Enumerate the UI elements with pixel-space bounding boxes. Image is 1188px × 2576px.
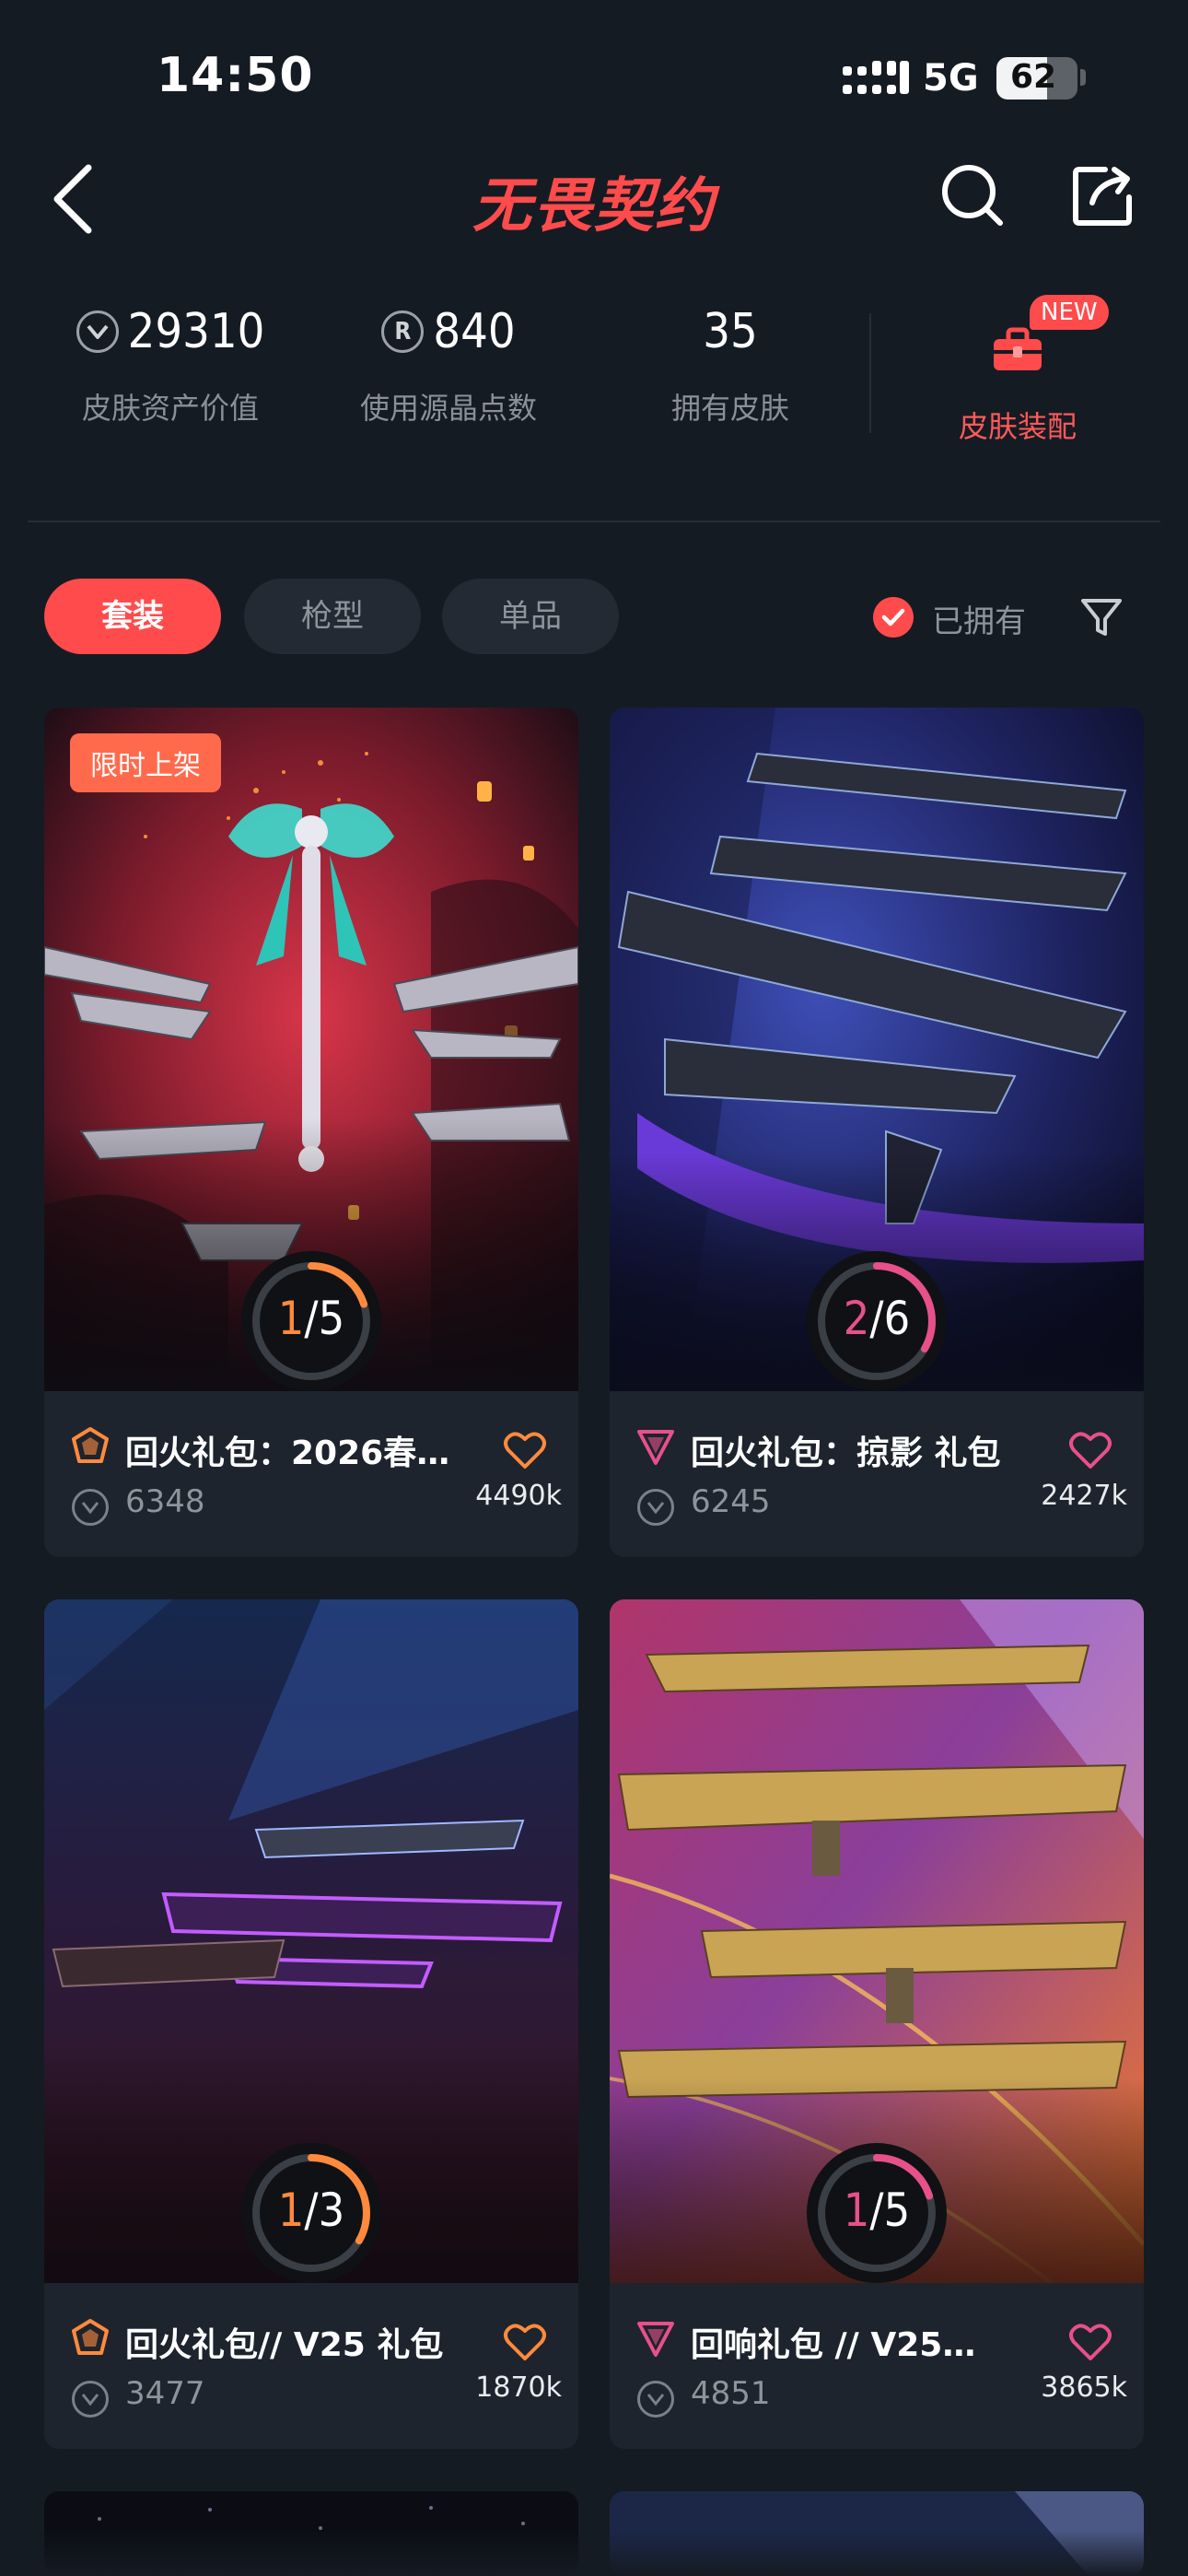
limited-time-badge: 限时上架 bbox=[70, 733, 221, 792]
stat-value: 840 bbox=[433, 304, 516, 359]
battery-tip bbox=[1080, 69, 1086, 86]
stat-divider bbox=[869, 313, 871, 433]
stat-label: 拥有皮肤 bbox=[670, 391, 789, 426]
bundle-info: 回火礼包：掠影 礼包 6245 2427k bbox=[610, 1391, 1144, 1557]
radianite-icon: R bbox=[381, 310, 425, 353]
progress-text: 1/5 bbox=[277, 1292, 345, 1345]
bundle-price: 3477 bbox=[125, 2375, 205, 2412]
collection-progress: 1/5 bbox=[241, 1251, 381, 1391]
vp-coin-icon bbox=[76, 310, 119, 353]
owned-checkbox[interactable] bbox=[873, 597, 914, 638]
bundle-title: 回响礼包 // V25… bbox=[691, 2326, 976, 2364]
battery-level: 62 bbox=[1009, 58, 1057, 96]
filter-funnel-icon[interactable] bbox=[1077, 593, 1125, 641]
bundle-card[interactable]: 限时上架 1/5 回火礼包：2026春… 6348 4490k bbox=[44, 708, 578, 1557]
vp-coin-icon bbox=[72, 2381, 109, 2418]
skin-loadout-label: 皮肤装配 bbox=[958, 409, 1077, 444]
bundle-card[interactable]: 1/3 回火礼包// V25 礼包 3477 1870k bbox=[44, 1599, 578, 2449]
vp-coin-icon bbox=[637, 1489, 674, 1526]
bundle-info: 回火礼包// V25 礼包 3477 1870k bbox=[44, 2283, 578, 2449]
stat-label: 使用源晶点数 bbox=[359, 391, 537, 426]
premium-tier-icon bbox=[72, 1427, 109, 1463]
bundle-info: 回响礼包 // V25… 4851 3865k bbox=[610, 2283, 1144, 2449]
progress-text: 1/3 bbox=[277, 2184, 345, 2237]
stat-radianite: R 840 使用源晶点数 bbox=[315, 295, 582, 427]
bundle-price: 6348 bbox=[125, 1483, 205, 1520]
stat-value: 35 bbox=[703, 304, 758, 359]
progress-text: 2/6 bbox=[843, 1292, 911, 1345]
battery-icon: 62 bbox=[996, 57, 1077, 100]
scroll-fade bbox=[0, 2530, 1188, 2576]
like-count: 1870k bbox=[475, 2371, 562, 2404]
stat-label: 皮肤资产价值 bbox=[81, 391, 259, 426]
bundle-card[interactable]: 1/5 回响礼包 // V25… 4851 3865k bbox=[610, 1599, 1144, 2449]
heart-icon[interactable] bbox=[1068, 1430, 1112, 1470]
tab-single-items[interactable]: 单品 bbox=[442, 579, 619, 654]
search-icon[interactable] bbox=[938, 160, 1007, 230]
bundle-artwork[interactable]: 限时上架 1/5 bbox=[44, 708, 578, 1391]
tab-bundles[interactable]: 套装 bbox=[44, 579, 221, 654]
like-count: 4490k bbox=[475, 1480, 562, 1512]
bundle-artwork[interactable]: 1/3 bbox=[44, 1599, 578, 2283]
bundle-title: 回火礼包：2026春… bbox=[125, 1434, 450, 1472]
top-nav: 无畏契约 bbox=[0, 147, 1188, 267]
status-bar: 14:50 5G 62 bbox=[0, 0, 1188, 147]
bundle-title: 回火礼包// V25 礼包 bbox=[125, 2326, 444, 2364]
progress-text: 1/5 bbox=[843, 2184, 911, 2237]
collection-progress: 1/5 bbox=[807, 2143, 947, 2283]
collection-progress: 2/6 bbox=[807, 1251, 947, 1391]
heart-icon[interactable] bbox=[503, 1430, 547, 1470]
collection-progress: 1/3 bbox=[241, 2143, 381, 2283]
heart-icon[interactable] bbox=[503, 2322, 547, 2362]
share-icon[interactable] bbox=[1068, 160, 1138, 230]
new-badge: NEW bbox=[1030, 295, 1109, 330]
signal-strength-icon bbox=[843, 61, 909, 94]
premium-tier-icon bbox=[72, 2319, 109, 2355]
owned-filter-label[interactable]: 已拥有 bbox=[932, 596, 1026, 641]
tab-weapon-type[interactable]: 枪型 bbox=[244, 579, 421, 654]
skin-loadout-button[interactable]: NEW 皮肤装配 bbox=[893, 295, 1142, 446]
stat-value: 29310 bbox=[127, 304, 265, 359]
like-count: 3865k bbox=[1041, 2371, 1127, 2404]
bundle-info: 回火礼包：2026春… 6348 4490k bbox=[44, 1391, 578, 1557]
like-count: 2427k bbox=[1041, 1480, 1127, 1512]
bundle-price: 6245 bbox=[691, 1483, 771, 1520]
exclusive-tier-icon bbox=[637, 2322, 674, 2357]
heart-icon[interactable] bbox=[1068, 2322, 1112, 2362]
filter-bar: 套装 枪型 单品 已拥有 bbox=[0, 579, 1188, 656]
bundle-price: 4851 bbox=[691, 2375, 771, 2412]
toolbox-icon bbox=[994, 327, 1042, 370]
bundle-title: 回火礼包：掠影 礼包 bbox=[691, 1434, 1001, 1472]
stat-skin-value: 29310 皮肤资产价值 bbox=[37, 295, 304, 427]
vp-coin-icon bbox=[72, 1489, 109, 1526]
asset-stats: 29310 皮肤资产价值 R 840 使用源晶点数 35 拥有皮肤 NEW 皮肤… bbox=[0, 295, 1188, 461]
bundle-artwork[interactable]: 2/6 bbox=[610, 708, 1144, 1391]
exclusive-tier-icon bbox=[637, 1430, 674, 1465]
status-time: 14:50 bbox=[157, 48, 314, 103]
stat-owned-skins: 35 拥有皮肤 bbox=[597, 295, 864, 427]
section-divider bbox=[28, 521, 1160, 522]
app-logo-title: 无畏契约 bbox=[472, 172, 716, 240]
bundle-card[interactable]: 2/6 回火礼包：掠影 礼包 6245 2427k bbox=[610, 708, 1144, 1557]
vp-coin-icon bbox=[637, 2381, 674, 2418]
bundle-artwork[interactable]: 1/5 bbox=[610, 1599, 1144, 2283]
network-type: 5G bbox=[923, 57, 979, 100]
